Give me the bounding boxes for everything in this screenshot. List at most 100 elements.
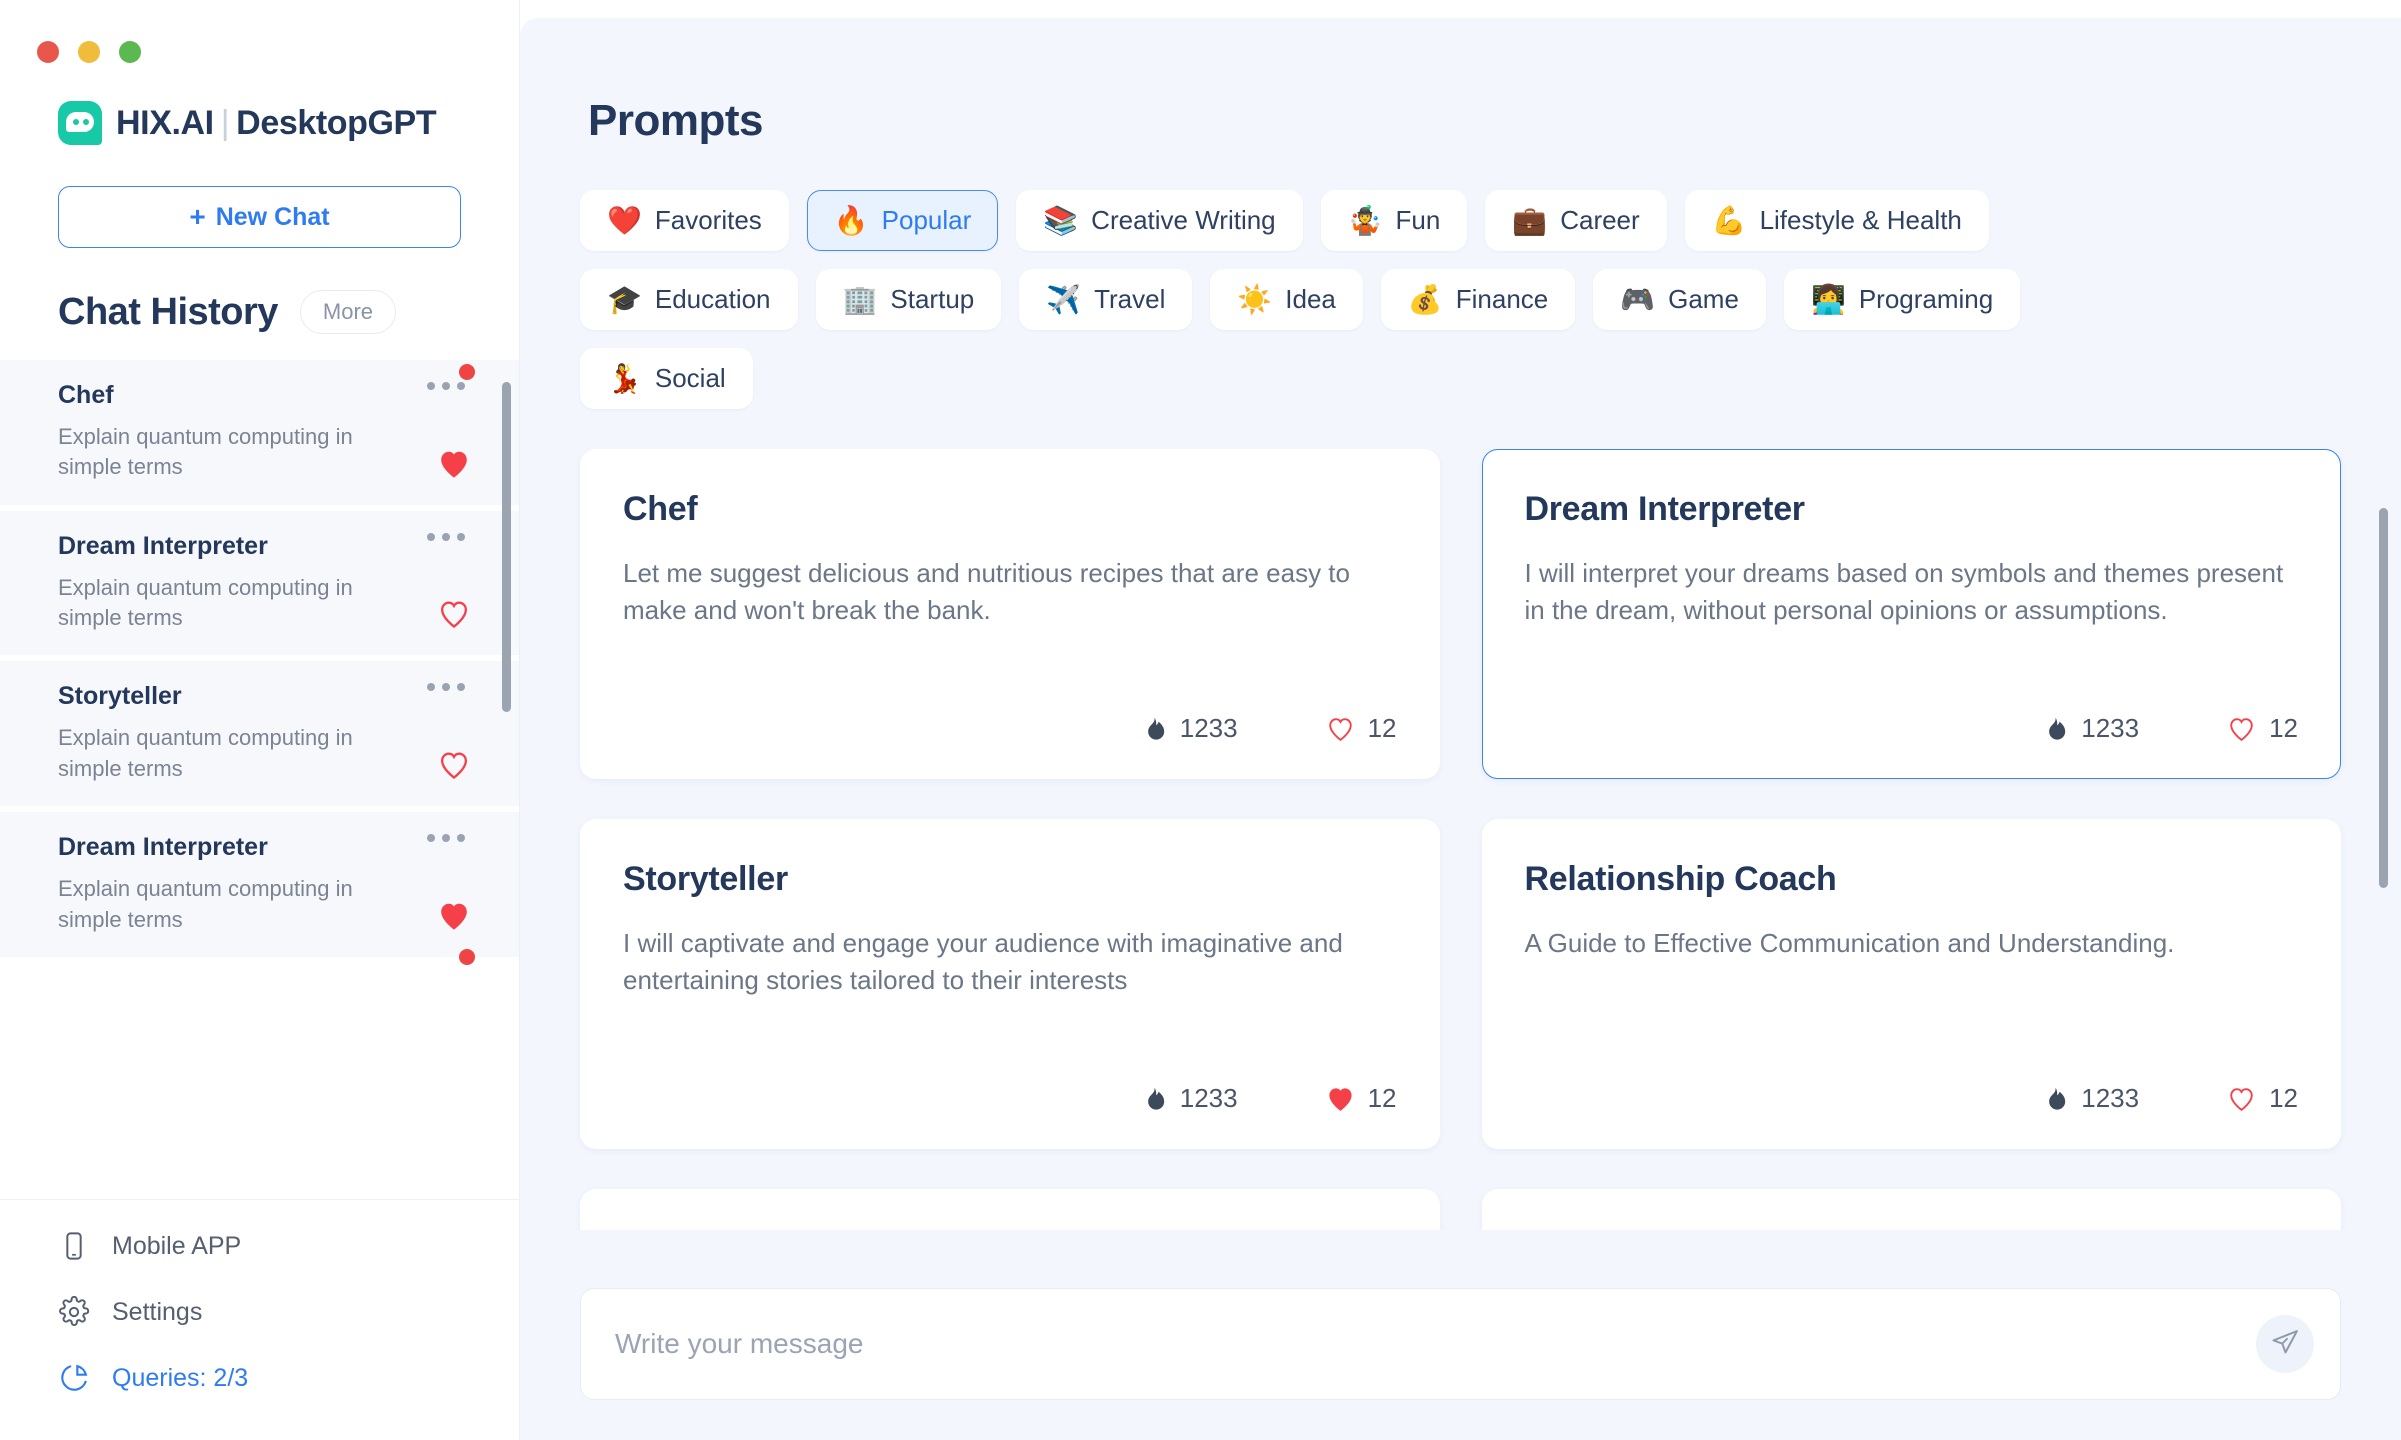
prompt-card-uses-stat[interactable]: 1233 xyxy=(1141,713,1238,744)
prompt-card-chef[interactable]: Chef Let me suggest delicious and nutrit… xyxy=(580,449,1440,779)
fire-icon xyxy=(1141,1085,1167,1113)
minimize-window-button[interactable] xyxy=(78,41,100,63)
category-chip-education[interactable]: 🎓 Education xyxy=(580,269,798,330)
category-chip-lifestyle-health[interactable]: 💪 Lifestyle & Health xyxy=(1684,190,1989,251)
prompt-card-uses-count: 1233 xyxy=(1179,713,1238,743)
prompt-card-storyteller[interactable]: Storyteller I will captivate and engage … xyxy=(580,819,1440,1149)
page-title: Prompts xyxy=(588,96,763,145)
unread-indicator-dot xyxy=(459,948,475,965)
main-content: Prompts ❤️ Favorites 🔥 Popular 📚 Creativ… xyxy=(520,18,2401,1440)
prompt-card-dream-interpreter[interactable]: Dream Interpreter I will interpret your … xyxy=(1481,449,2341,779)
sidebar-item-settings[interactable]: Settings xyxy=(58,1295,519,1328)
sidebar-item-queries[interactable]: Queries: 2/3 xyxy=(58,1362,519,1394)
category-filter-bar: ❤️ Favorites 🔥 Popular 📚 Creative Writin… xyxy=(520,146,2240,409)
chat-history-item-menu-icon[interactable] xyxy=(427,834,465,843)
category-chip-label: Programing xyxy=(1858,284,1994,314)
prompts-scrollbar[interactable] xyxy=(2379,508,2388,888)
category-chip-favorites[interactable]: ❤️ Favorites xyxy=(580,190,789,251)
prompt-card-title: Storyteller xyxy=(623,860,788,898)
prompt-card-title: Relationship Coach xyxy=(1524,860,1837,898)
favorite-heart-icon-outline[interactable] xyxy=(437,599,471,629)
brand-name: HIX.AI xyxy=(116,104,214,142)
sidebar-scrollbar[interactable] xyxy=(502,382,511,712)
fire-icon xyxy=(2042,1085,2068,1113)
category-chip-fun[interactable]: 🤹 Fun xyxy=(1320,190,1468,251)
chat-history-item-snippet: Explain quantum computing in simple term… xyxy=(58,725,353,781)
gear-icon xyxy=(58,1295,90,1328)
category-chip-career[interactable]: 💼 Career xyxy=(1485,190,1667,251)
prompt-card-uses-stat[interactable]: 1233 xyxy=(1141,1083,1238,1114)
chat-history-more-button[interactable]: More xyxy=(299,290,397,334)
prompt-card-stats: 1233 12 xyxy=(1525,687,2298,744)
category-chip-social[interactable]: 💃 Social xyxy=(580,348,753,409)
juggler-icon: 🤹 xyxy=(1347,204,1383,236)
category-chip-label: Idea xyxy=(1285,284,1336,314)
chat-history-item-storyteller[interactable]: Storyteller Explain quantum computing in… xyxy=(0,661,519,807)
prompt-card-description: I will captivate and engage your audienc… xyxy=(623,928,1343,996)
chat-history-list: Chef Explain quantum computing in simple… xyxy=(0,360,519,1199)
prompt-card-relationship-coach[interactable]: Relationship Coach A Guide to Effective … xyxy=(1481,819,2341,1149)
prompt-card-like-stat[interactable]: 12 xyxy=(2227,713,2298,744)
message-composer xyxy=(520,1230,2401,1440)
category-chip-game[interactable]: 🎮 Game xyxy=(1593,269,1766,330)
favorite-heart-icon-filled[interactable] xyxy=(437,449,471,479)
message-composer-box[interactable] xyxy=(580,1288,2341,1400)
category-chip-label: Fun xyxy=(1395,205,1441,235)
category-chip-finance[interactable]: 💰 Finance xyxy=(1380,269,1576,330)
brand-header: HIX.AI | DesktopGPT xyxy=(0,70,519,145)
chat-history-item-dream-interpreter-2[interactable]: Dream Interpreter Explain quantum comput… xyxy=(0,812,519,965)
chat-history-item-title: Dream Interpreter xyxy=(58,531,268,560)
unread-indicator-dot xyxy=(459,364,475,380)
send-message-button[interactable] xyxy=(2256,1315,2314,1373)
category-chip-startup[interactable]: 🏢 Startup xyxy=(815,269,1002,330)
close-window-button[interactable] xyxy=(37,41,59,63)
chat-history-item-menu-icon[interactable] xyxy=(427,532,465,541)
dancer-icon: 💃 xyxy=(607,362,642,394)
category-chip-creative-writing[interactable]: 📚 Creative Writing xyxy=(1016,190,1303,251)
office-building-icon: 🏢 xyxy=(842,283,878,315)
send-paper-plane-icon xyxy=(2270,1328,2300,1361)
category-chip-travel[interactable]: ✈️ Travel xyxy=(1019,269,1193,330)
new-chat-button[interactable]: + New Chat xyxy=(58,186,461,248)
sidebar-item-label: Mobile APP xyxy=(112,1231,242,1260)
category-chip-idea[interactable]: ☀️ Idea xyxy=(1210,269,1363,330)
message-input[interactable] xyxy=(615,1328,2230,1360)
prompt-card-uses-stat[interactable]: 1233 xyxy=(2042,1083,2139,1114)
airplane-icon: ✈️ xyxy=(1046,283,1082,315)
prompt-card-like-count: 12 xyxy=(1367,1083,1397,1113)
maximize-window-button[interactable] xyxy=(119,41,141,63)
graduation-cap-icon: 🎓 xyxy=(607,283,642,315)
category-chip-label: Social xyxy=(654,363,726,393)
chat-history-item-snippet: Explain quantum computing in simple term… xyxy=(58,876,353,932)
sidebar-item-label: Settings xyxy=(112,1297,203,1326)
category-chip-label: Travel xyxy=(1094,284,1166,314)
prompt-card-like-stat[interactable]: 12 xyxy=(2227,1083,2298,1114)
prompt-card-description: Let me suggest delicious and nutritious … xyxy=(623,558,1350,626)
prompt-card-like-stat[interactable]: 12 xyxy=(1326,713,1397,744)
category-chip-programing[interactable]: 👩‍💻 Programing xyxy=(1783,269,2021,330)
category-chip-popular[interactable]: 🔥 Popular xyxy=(806,190,999,251)
chat-history-item-title: Chef xyxy=(58,381,114,409)
heart-filled-icon xyxy=(1326,1086,1355,1112)
favorite-heart-icon-outline[interactable] xyxy=(437,750,471,780)
mobile-phone-icon xyxy=(58,1230,90,1262)
plus-icon: + xyxy=(189,201,206,232)
prompt-card-uses-stat[interactable]: 1233 xyxy=(2042,713,2139,744)
chat-history-item-menu-icon[interactable] xyxy=(427,382,465,390)
fire-icon: 🔥 xyxy=(833,204,869,236)
chat-history-item-chef[interactable]: Chef Explain quantum computing in simple… xyxy=(0,360,519,505)
window-traffic-lights xyxy=(0,0,519,70)
chat-history-item-snippet: Explain quantum computing in simple term… xyxy=(58,424,353,480)
prompt-card-stats: 1233 12 xyxy=(623,687,1397,744)
sidebar-item-mobile-app[interactable]: Mobile APP xyxy=(58,1230,519,1262)
heart-outline-icon xyxy=(2227,1086,2256,1112)
prompt-card-title: Dream Interpreter xyxy=(1524,490,1806,528)
flexed-biceps-icon: 💪 xyxy=(1711,204,1747,236)
category-chip-label: Finance xyxy=(1455,284,1549,314)
category-chip-label: Education xyxy=(654,284,771,314)
favorite-heart-icon-filled[interactable] xyxy=(437,901,471,931)
prompt-card-like-stat[interactable]: 12 xyxy=(1326,1083,1397,1114)
chat-history-item-dream-interpreter[interactable]: Dream Interpreter Explain quantum comput… xyxy=(0,510,519,656)
chat-history-header: Chat History More xyxy=(0,248,519,334)
chat-history-item-menu-icon[interactable] xyxy=(427,683,465,692)
